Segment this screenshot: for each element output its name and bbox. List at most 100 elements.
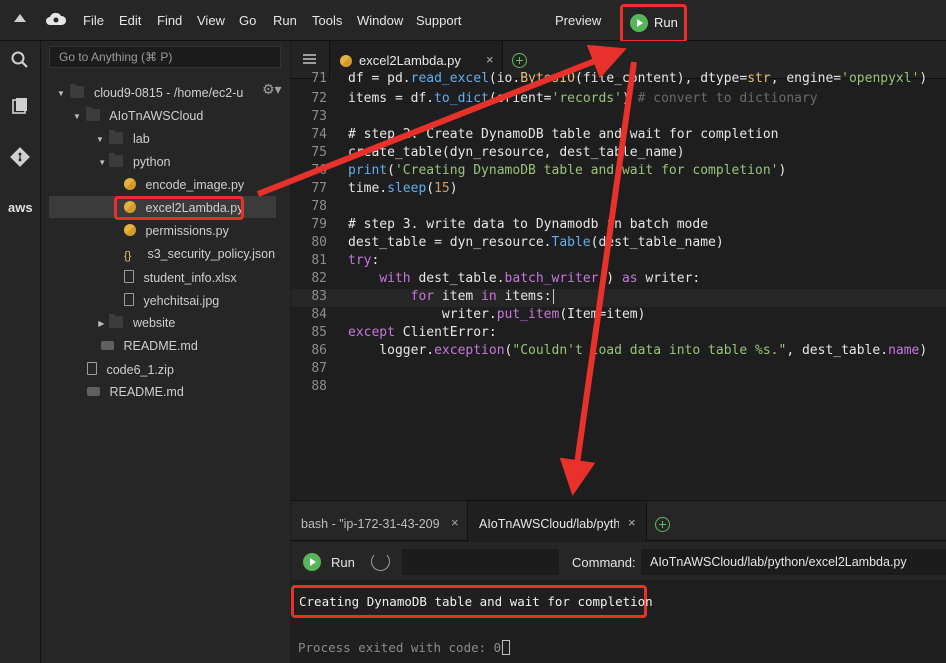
tree-item-encode-image[interactable]: encode_image.py xyxy=(124,178,244,198)
code-line: 80 dest_table = dyn_resource.Table(dest_t… xyxy=(311,235,724,250)
gear-icon[interactable]: ⚙▾ xyxy=(262,81,282,98)
menubar: File Edit Find View Go Run Tools Window … xyxy=(0,0,946,43)
tab-label: excel2Lambda.py xyxy=(359,53,461,68)
git-icon[interactable] xyxy=(9,146,31,168)
code-line: 87 xyxy=(311,361,327,376)
close-icon[interactable]: × xyxy=(486,52,494,67)
tree-item-readme-lab[interactable]: README.md xyxy=(101,339,198,359)
terminal-cursor xyxy=(502,640,511,655)
tree-item-cloud9-root[interactable]: ▼ cloud9-0815 - /home/ec2-u xyxy=(57,84,244,106)
tree-item-label: README.md xyxy=(123,339,198,353)
close-icon[interactable]: × xyxy=(451,515,459,530)
add-tab-icon[interactable] xyxy=(655,517,670,532)
code-line: 76 print('Creating DynamoDB table and wai… xyxy=(311,163,787,178)
tree-item-label: s3_security_policy.json xyxy=(147,247,276,261)
chevron-down-icon: ▼ xyxy=(57,89,65,98)
tree-item-label: lab xyxy=(132,132,150,146)
json-file-icon: {} xyxy=(124,250,132,262)
tree-item-label: README.md xyxy=(109,385,184,399)
command-label: Command: xyxy=(572,555,636,570)
code-line: 77 time.sleep(15) xyxy=(311,181,458,196)
play-icon[interactable] xyxy=(303,553,321,571)
search-icon[interactable] xyxy=(9,49,31,71)
close-icon[interactable]: × xyxy=(628,515,636,530)
tree-item-label: permissions.py xyxy=(145,224,229,238)
menu-support[interactable]: Support xyxy=(416,13,462,28)
tree-item-label: encode_image.py xyxy=(145,178,245,192)
runner-field[interactable] xyxy=(402,549,559,575)
python-file-icon xyxy=(124,224,136,236)
aws-icon[interactable]: aws xyxy=(8,200,33,215)
collapse-panel-icon[interactable] xyxy=(14,14,26,22)
chevron-down-icon: ▼ xyxy=(96,135,104,144)
menu-window[interactable]: Window xyxy=(357,13,403,28)
tree-item-label: website xyxy=(132,316,176,330)
tree-item-python[interactable]: ▼ python xyxy=(96,153,171,175)
tree-item-aiotnawscloud[interactable]: ▼ AIoTnAWSCloud xyxy=(73,107,204,129)
tree-item-permissions[interactable]: permissions.py xyxy=(124,224,229,244)
python-file-icon xyxy=(340,55,352,67)
tree-item-yehchitsai[interactable]: yehchitsai.jpg xyxy=(124,293,219,313)
hamburger-menu-icon[interactable] xyxy=(303,54,316,64)
code-line: 79 # step 3. write data to Dynamodb in ba… xyxy=(311,217,709,232)
markdown-file-icon xyxy=(101,341,114,350)
command-input[interactable]: AIoTnAWSCloud/lab/python/excel2Lambda.py xyxy=(641,549,946,575)
file-icon xyxy=(87,362,97,375)
file-tree-panel: Go to Anything (⌘ P) ⚙▾ ▼ cloud9-0815 - … xyxy=(41,41,290,663)
code-line: 71 df = pd.read_excel(io.BytesIO(file_con… xyxy=(311,71,928,86)
folder-icon xyxy=(109,314,124,328)
menu-file[interactable]: File xyxy=(83,13,104,28)
tree-item-label: code6_1.zip xyxy=(106,363,174,377)
folder-icon xyxy=(86,107,101,121)
code-line: 78 xyxy=(311,199,327,214)
run-button[interactable]: Run xyxy=(331,555,355,570)
tree-item-student-info[interactable]: student_info.xlsx xyxy=(124,270,237,290)
tree-item-s3-policy[interactable]: {} s3_security_policy.json xyxy=(124,247,275,267)
chevron-right-icon: ▶ xyxy=(96,319,105,328)
tree-item-readme-root[interactable]: README.md xyxy=(87,385,184,405)
code-line-active: 83 for item in items: xyxy=(291,289,946,307)
menu-run[interactable]: Run xyxy=(273,13,297,28)
tree-item-website[interactable]: ▶ website xyxy=(96,314,176,336)
code-line: 85 except ClientError: xyxy=(311,325,497,340)
tree-item-label: yehchitsai.jpg xyxy=(143,294,220,308)
python-file-icon xyxy=(124,178,136,190)
file-icon xyxy=(124,270,134,283)
folder-icon xyxy=(70,84,85,98)
restart-icon[interactable] xyxy=(371,552,390,571)
output-line-highlighted: Creating DynamoDB table and wait for com… xyxy=(291,585,653,618)
code-line: 75 create_table(dyn_resource, dest_table_… xyxy=(311,145,685,160)
tab-bash[interactable]: bash - "ip-172-31-43-209 × xyxy=(291,501,467,541)
chevron-down-icon: ▼ xyxy=(73,112,81,121)
tree-item-code6-zip[interactable]: code6_1.zip xyxy=(87,362,174,382)
image-file-icon xyxy=(124,293,134,306)
run-button[interactable]: Run xyxy=(620,4,687,43)
menu-view[interactable]: View xyxy=(197,13,225,28)
menu-go[interactable]: Go xyxy=(239,13,256,28)
code-editor[interactable]: 71 df = pd.read_excel(io.BytesIO(file_con… xyxy=(291,71,946,500)
output-exit-line: Process exited with code: 0 xyxy=(298,640,511,655)
tab-run[interactable]: AIoTnAWSCloud/lab/python × xyxy=(467,501,647,542)
code-line: 88 xyxy=(311,379,327,394)
markdown-file-icon xyxy=(87,387,100,396)
code-line: 86 logger.exception("Couldn't load data … xyxy=(311,343,928,358)
menu-tools[interactable]: Tools xyxy=(312,13,342,28)
code-line: 74 # step 2. Create DynamoDB table and wa… xyxy=(311,127,779,142)
run-button-label: Run xyxy=(654,15,678,30)
menu-find[interactable]: Find xyxy=(157,13,182,28)
run-config-bar: Run Command: AIoTnAWSCloud/lab/python/ex… xyxy=(291,542,946,580)
tab-label: bash - "ip-172-31-43-209 xyxy=(301,517,440,531)
preview-button[interactable]: Preview xyxy=(555,13,601,28)
code-line: 72 items = df.to_dict(orient='records') #… xyxy=(311,91,818,106)
go-to-anything-input[interactable]: Go to Anything (⌘ P) xyxy=(49,46,281,68)
tree-item-label: cloud9-0815 - /home/ec2-u xyxy=(93,86,244,100)
tree-item-label: python xyxy=(132,155,171,169)
tree-item-label: student_info.xlsx xyxy=(143,271,237,285)
tree-item-lab[interactable]: ▼ lab xyxy=(96,130,150,152)
add-tab-icon[interactable] xyxy=(512,53,527,68)
menu-edit[interactable]: Edit xyxy=(119,13,141,28)
files-icon[interactable] xyxy=(9,95,31,117)
folder-icon xyxy=(109,130,124,144)
code-line: 84 writer.put_item(Item=item) xyxy=(311,307,646,322)
tree-item-label: AIoTnAWSCloud xyxy=(109,109,204,123)
